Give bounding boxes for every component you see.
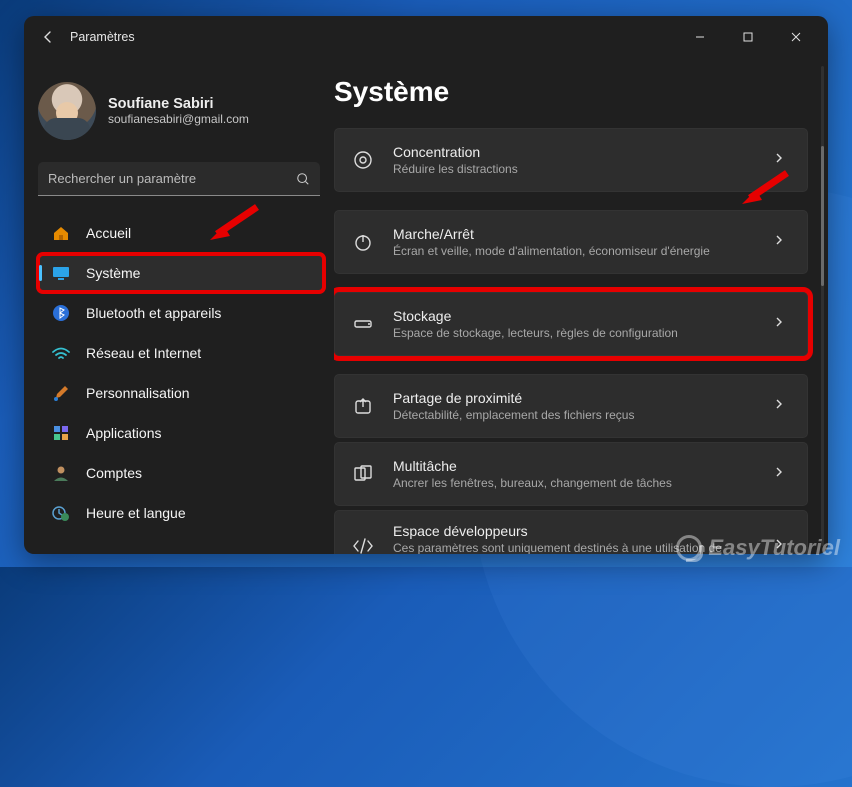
search-placeholder: Rechercher un paramètre <box>48 171 296 186</box>
sidebar: Soufiane Sabiri soufianesabiri@gmail.com… <box>24 58 334 554</box>
sidebar-item-comptes[interactable]: Comptes <box>38 454 324 492</box>
storage-icon <box>351 313 375 335</box>
profile-email: soufianesabiri@gmail.com <box>108 112 249 126</box>
power-icon <box>351 231 375 253</box>
sidebar-item-label: Personnalisation <box>86 385 190 401</box>
sidebar-item-personnalisation[interactable]: Personnalisation <box>38 374 324 412</box>
watermark: EasyTutoriel <box>676 535 840 561</box>
profile-section[interactable]: Soufiane Sabiri soufianesabiri@gmail.com <box>24 68 334 162</box>
card-subtitle: Ancrer les fenêtres, bureaux, changement… <box>393 476 755 490</box>
scrollbar[interactable] <box>821 66 824 546</box>
chevron-right-icon <box>773 233 791 251</box>
brush-icon <box>50 382 72 404</box>
card-title: Partage de proximité <box>393 390 755 406</box>
sidebar-item-accueil[interactable]: Accueil <box>38 214 324 252</box>
main-content: Système Concentration Réduire les distra… <box>334 58 828 554</box>
titlebar: Paramètres <box>24 16 828 58</box>
card-title: Multitâche <box>393 458 755 474</box>
card-subtitle: Espace de stockage, lecteurs, règles de … <box>393 326 755 340</box>
sidebar-item-label: Réseau et Internet <box>86 345 201 361</box>
scrollbar-thumb[interactable] <box>821 146 824 286</box>
page-title: Système <box>334 76 820 108</box>
card-subtitle: Détectabilité, emplacement des fichiers … <box>393 408 755 422</box>
sidebar-item-heure-langue[interactable]: Heure et langue <box>38 494 324 532</box>
person-icon <box>50 462 72 484</box>
minimize-icon <box>695 32 705 42</box>
back-button[interactable] <box>34 23 62 51</box>
card-title: Concentration <box>393 144 755 160</box>
multitask-icon <box>351 463 375 485</box>
card-title: Stockage <box>393 308 755 324</box>
minimize-button[interactable] <box>678 22 722 52</box>
watermark-icon <box>676 535 702 561</box>
maximize-button[interactable] <box>726 22 770 52</box>
home-icon <box>50 222 72 244</box>
sidebar-item-bluetooth[interactable]: Bluetooth et appareils <box>38 294 324 332</box>
watermark-text: EasyTutoriel <box>708 535 840 561</box>
devspace-icon <box>351 535 375 554</box>
avatar <box>38 82 96 140</box>
sidebar-item-label: Système <box>86 265 140 281</box>
card-subtitle: Réduire les distractions <box>393 162 755 176</box>
sidebar-item-label: Bluetooth et appareils <box>86 305 221 321</box>
sidebar-item-applications[interactable]: Applications <box>38 414 324 452</box>
card-marche-arret[interactable]: Marche/Arrêt Écran et veille, mode d'ali… <box>334 210 808 274</box>
concentration-icon <box>351 149 375 171</box>
clock-globe-icon <box>50 502 72 524</box>
close-button[interactable] <box>774 22 818 52</box>
chevron-right-icon <box>773 315 791 333</box>
maximize-icon <box>743 32 753 42</box>
nav-list: Accueil Système Bluetooth et appareils R… <box>24 214 334 532</box>
card-multitache[interactable]: Multitâche Ancrer les fenêtres, bureaux,… <box>334 442 808 506</box>
sidebar-item-label: Comptes <box>86 465 142 481</box>
chevron-right-icon <box>773 151 791 169</box>
card-concentration[interactable]: Concentration Réduire les distractions <box>334 128 808 192</box>
sidebar-item-reseau[interactable]: Réseau et Internet <box>38 334 324 372</box>
wifi-icon <box>50 342 72 364</box>
window-controls <box>678 22 818 52</box>
card-partage[interactable]: Partage de proximité Détectabilité, empl… <box>334 374 808 438</box>
close-icon <box>791 32 801 42</box>
sidebar-item-label: Applications <box>86 425 162 441</box>
search-input[interactable]: Rechercher un paramètre <box>38 162 320 196</box>
card-stockage[interactable]: Stockage Espace de stockage, lecteurs, r… <box>334 292 808 356</box>
sidebar-item-label: Heure et langue <box>86 505 186 521</box>
search-icon <box>296 172 310 186</box>
back-icon <box>40 29 56 45</box>
settings-cards: Concentration Réduire les distractions M… <box>334 128 820 554</box>
monitor-icon <box>50 262 72 284</box>
share-icon <box>351 395 375 417</box>
profile-name: Soufiane Sabiri <box>108 96 249 112</box>
bluetooth-icon <box>50 302 72 324</box>
settings-window: Paramètres Soufiane Sabiri soufianesabir… <box>24 16 828 554</box>
chevron-right-icon <box>773 465 791 483</box>
chevron-right-icon <box>773 397 791 415</box>
apps-icon <box>50 422 72 444</box>
card-title: Marche/Arrêt <box>393 226 755 242</box>
sidebar-item-systeme[interactable]: Système <box>38 254 324 292</box>
card-subtitle: Écran et veille, mode d'alimentation, éc… <box>393 244 755 258</box>
window-title: Paramètres <box>70 30 135 44</box>
sidebar-item-label: Accueil <box>86 225 131 241</box>
